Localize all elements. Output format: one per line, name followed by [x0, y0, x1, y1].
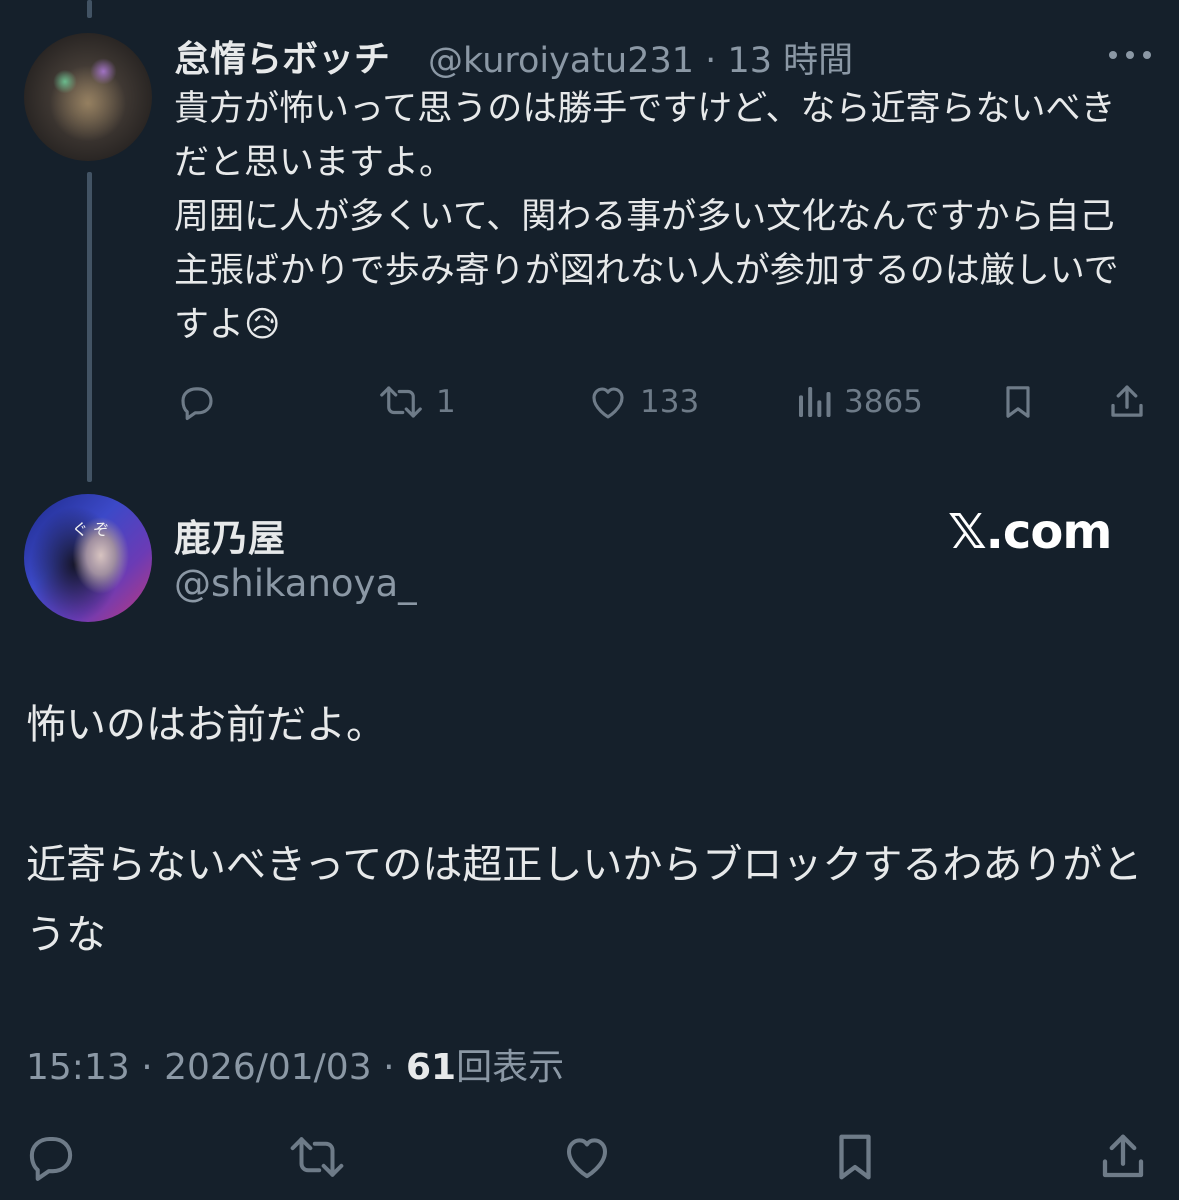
- retweet-icon[interactable]: [286, 1130, 348, 1184]
- share-button[interactable]: [1106, 380, 1148, 424]
- thread-line-top: [87, 0, 92, 18]
- heart-icon[interactable]: [560, 1130, 614, 1184]
- meta-separator: ·: [141, 1047, 153, 1088]
- x-watermark: 𝕏.com: [948, 504, 1112, 560]
- bookmark-icon: [1006, 386, 1030, 418]
- sad-sweat-emoji: 😥: [244, 305, 281, 345]
- reply-handle[interactable]: @kuroiyatu231: [428, 41, 694, 81]
- tweet-date[interactable]: 2026/01/03: [164, 1047, 372, 1088]
- reply-body: 貴方が怖いって思うのは勝手ですけど、なら近寄らないべきだと思いますよ。 周囲に人…: [174, 82, 1134, 352]
- share-icon: [1111, 385, 1143, 417]
- comment-icon[interactable]: [24, 1130, 78, 1184]
- reply-meta: @kuroiyatu231 · 13 時間: [428, 32, 853, 83]
- more-icon[interactable]: [1108, 50, 1152, 60]
- main-body: 怖いのはお前だよ。 近寄らないべきってのは超正しいからブロックするわありがとうな: [26, 702, 1143, 958]
- view-label: 回表示: [456, 1047, 565, 1088]
- avatar-shikanoya[interactable]: ぐ ぞ: [24, 494, 152, 622]
- like-button[interactable]: 133: [586, 380, 699, 424]
- retweet-count: 1: [436, 384, 456, 420]
- heart-icon: [592, 387, 624, 419]
- reply-display-name[interactable]: 怠惰らボッチ: [174, 30, 390, 82]
- meta-separator: ·: [705, 41, 717, 81]
- bookmark-button[interactable]: [998, 380, 1038, 424]
- retweet-button[interactable]: 1: [376, 380, 456, 424]
- view-number: 61: [405, 1047, 457, 1088]
- comment-icon: [181, 387, 213, 421]
- retweet-icon: [380, 386, 422, 418]
- main-display-name[interactable]: 鹿乃屋: [174, 508, 285, 562]
- thread-line: [87, 172, 92, 482]
- tweet-time[interactable]: 15:13: [26, 1047, 130, 1088]
- views-count: 3865: [844, 384, 923, 420]
- timestamp-line: 15:13 · 2026/01/03 · 61回表示: [26, 1038, 564, 1090]
- bookmark-icon[interactable]: [828, 1130, 882, 1184]
- views-button[interactable]: 3865: [794, 380, 923, 424]
- like-count: 133: [640, 384, 700, 420]
- reply-button[interactable]: [176, 380, 228, 424]
- avatar-kuroiyatu[interactable]: [24, 33, 152, 161]
- reply-body-text: 貴方が怖いって思うのは勝手ですけど、なら近寄らないべきだと思いますよ。 周囲に人…: [174, 89, 1119, 345]
- share-icon[interactable]: [1096, 1130, 1150, 1184]
- tweet-thread-view: 怠惰らボッチ @kuroiyatu231 · 13 時間 貴方が怖いって思うのは…: [0, 0, 1179, 1200]
- meta-separator: ·: [383, 1047, 395, 1088]
- main-handle[interactable]: @shikanoya_: [174, 562, 417, 605]
- views-icon: [799, 387, 831, 417]
- avatar-mark: ぐ ぞ: [72, 520, 110, 539]
- reply-time[interactable]: 13 時間: [727, 41, 853, 81]
